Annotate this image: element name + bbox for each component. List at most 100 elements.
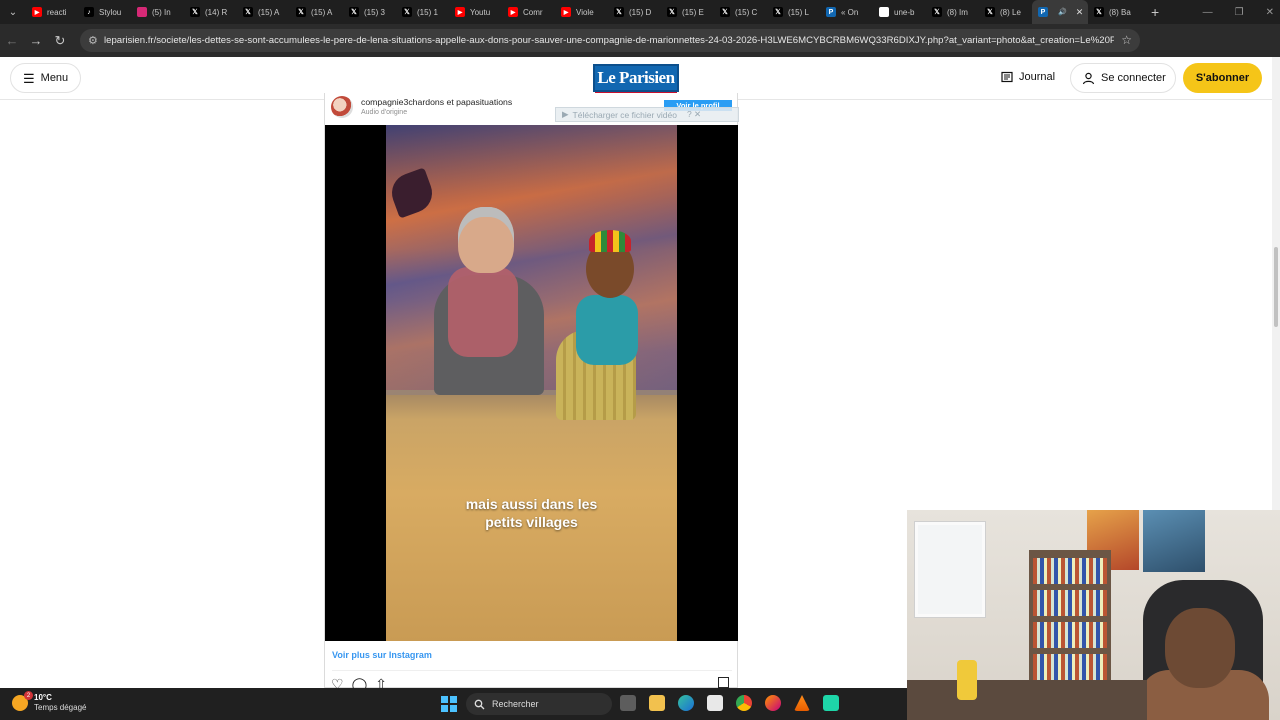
windows-start-icon[interactable] bbox=[441, 696, 457, 712]
store-icon[interactable] bbox=[707, 695, 723, 711]
browser-tab-bar: ⌄ ▶ reacti ♪ Stylou (5) In 𝕏 (14) R 𝕏 (15) A 𝕏 (15… bbox=[0, 0, 1280, 24]
browser-tab[interactable]: 𝕏 (15) L bbox=[767, 0, 820, 24]
leparisien-icon: P bbox=[1038, 7, 1048, 17]
play-icon: ▶ bbox=[562, 109, 569, 119]
vlc-icon[interactable] bbox=[794, 695, 810, 711]
video-player[interactable]: mais aussi dans les petits villages bbox=[325, 125, 738, 641]
hamburger-icon: ☰ bbox=[23, 70, 35, 86]
x-icon: 𝕏 bbox=[720, 7, 730, 17]
back-button[interactable]: ← bbox=[0, 33, 24, 48]
browser-tab[interactable]: ▶ Viole bbox=[555, 0, 608, 24]
browser-tab[interactable]: P « On bbox=[820, 0, 873, 24]
audio-label[interactable]: Audio d'origine bbox=[361, 109, 407, 116]
browser-tab[interactable]: P 🔊 ✕ bbox=[1032, 0, 1088, 24]
file-explorer-icon[interactable] bbox=[649, 695, 665, 711]
browser-tab[interactable]: 𝕏 (15) A bbox=[237, 0, 290, 24]
window-controls: — ❐ ✕ bbox=[1203, 0, 1274, 24]
subscribe-button[interactable]: S'abonner bbox=[1183, 63, 1262, 93]
edge-icon[interactable] bbox=[678, 695, 694, 711]
temperature: 10°C bbox=[34, 693, 52, 702]
browser-tab[interactable]: ▶ Youtu bbox=[449, 0, 502, 24]
account-joiner: et bbox=[446, 97, 454, 107]
browser-tab-label: (15) 3 bbox=[364, 7, 385, 17]
browser-tab-label: (15) L bbox=[788, 7, 809, 17]
tab-audio-icon[interactable]: 🔊 bbox=[1058, 8, 1067, 16]
embed-header: compagnie3chardons et papasituations Aud… bbox=[325, 93, 739, 125]
restore-icon[interactable]: ❐ bbox=[1235, 7, 1244, 18]
webcam-bottle bbox=[957, 660, 977, 700]
browser-tab[interactable]: ♪ Stylou bbox=[78, 0, 131, 24]
browser-tab[interactable]: 𝕏 (15) D bbox=[608, 0, 661, 24]
x-icon: 𝕏 bbox=[296, 7, 306, 17]
download-video-bar[interactable]: ▶ Télécharger ce fichier vidéo ? ✕ bbox=[555, 107, 739, 122]
reload-button[interactable]: ↻ bbox=[48, 33, 72, 49]
task-view-icon[interactable] bbox=[620, 695, 636, 711]
browser-tab[interactable]: ▶ reacti bbox=[26, 0, 78, 24]
site-settings-icon[interactable]: ⚙ bbox=[88, 34, 104, 47]
browser-tab-label: reacti bbox=[47, 7, 67, 17]
bookmark-star-icon[interactable]: ☆ bbox=[1121, 33, 1132, 47]
browser-tab[interactable]: une-b bbox=[873, 0, 926, 24]
youtube-icon: ▶ bbox=[508, 7, 518, 17]
save-bookmark-icon[interactable] bbox=[718, 677, 729, 688]
browser-tab[interactable]: 𝕏 (15) 1 bbox=[396, 0, 449, 24]
browser-tab-label: une-b bbox=[894, 7, 915, 17]
menu-button[interactable]: ☰ Menu bbox=[10, 63, 81, 93]
close-window-icon[interactable]: ✕ bbox=[1266, 7, 1274, 18]
help-icon[interactable]: ? ✕ bbox=[687, 109, 701, 120]
browser-tab-label: (15) C bbox=[735, 7, 758, 17]
account-link-1[interactable]: compagnie3chardons bbox=[361, 97, 444, 107]
login-button[interactable]: Se connecter bbox=[1070, 63, 1176, 93]
webcam-poster bbox=[1143, 510, 1205, 572]
scrollbar-thumb[interactable] bbox=[1274, 247, 1278, 327]
tab-search-chevron-icon[interactable]: ⌄ bbox=[0, 0, 26, 24]
close-tab-icon[interactable]: ✕ bbox=[1076, 7, 1084, 18]
avatar[interactable] bbox=[331, 96, 353, 118]
browser-tab-label: (14) R bbox=[205, 7, 228, 17]
video-puppet-hat bbox=[589, 230, 631, 252]
browser-tab[interactable]: 𝕏 (8) Ba bbox=[1088, 0, 1141, 24]
browser-tab[interactable]: ▶ Comr bbox=[502, 0, 555, 24]
embed-divider bbox=[332, 670, 732, 671]
webcam-overlay bbox=[907, 510, 1280, 720]
browser-tab[interactable]: 𝕏 (15) E bbox=[661, 0, 714, 24]
x-icon: 𝕏 bbox=[773, 7, 783, 17]
taskbar-search[interactable]: Rechercher bbox=[466, 693, 612, 715]
weather-widget[interactable]: 2 10°C Temps dégagé bbox=[12, 691, 86, 713]
youtube-icon: ▶ bbox=[32, 7, 42, 17]
forward-button[interactable]: → bbox=[24, 33, 48, 48]
le-parisien-logo[interactable]: Le Parisien bbox=[593, 64, 679, 94]
browser-tab[interactable]: 𝕏 (15) 3 bbox=[343, 0, 396, 24]
app-icon[interactable] bbox=[823, 695, 839, 711]
notification-badge: 2 bbox=[24, 691, 33, 700]
account-link-2[interactable]: papasituations bbox=[456, 97, 512, 107]
search-label: Rechercher bbox=[492, 699, 539, 709]
browser-tab-label: (8) Im bbox=[947, 7, 968, 17]
new-tab-button[interactable]: + bbox=[1151, 4, 1159, 20]
video-frame: mais aussi dans les petits villages bbox=[386, 125, 677, 641]
browser-tab-label: (15) A bbox=[311, 7, 333, 17]
browser-tab[interactable]: 𝕏 (8) Le bbox=[979, 0, 1032, 24]
user-icon bbox=[1082, 72, 1095, 84]
chrome-icon[interactable] bbox=[736, 695, 752, 711]
windows-taskbar: 2 10°C Temps dégagé Rechercher bbox=[0, 688, 907, 720]
tiktok-icon: ♪ bbox=[84, 7, 94, 17]
browser-tab[interactable]: 𝕏 (14) R bbox=[184, 0, 237, 24]
login-label: Se connecter bbox=[1101, 72, 1166, 84]
x-icon: 𝕏 bbox=[243, 7, 253, 17]
youtube-icon: ▶ bbox=[561, 7, 571, 17]
video-caption: mais aussi dans les petits villages bbox=[465, 496, 598, 530]
browser-tab[interactable]: 𝕏 (15) C bbox=[714, 0, 767, 24]
browser-tab[interactable]: 𝕏 (15) A bbox=[290, 0, 343, 24]
x-icon: 𝕏 bbox=[402, 7, 412, 17]
browser-tab-label: Viole bbox=[576, 7, 594, 17]
leparisien-icon: P bbox=[826, 7, 836, 17]
browser-tab-label: Comr bbox=[523, 7, 543, 17]
firefox-icon[interactable] bbox=[765, 695, 781, 711]
minimize-icon[interactable]: — bbox=[1203, 7, 1213, 18]
journal-link[interactable]: Journal bbox=[1001, 71, 1055, 83]
url-field[interactable]: ⚙ leparisien.fr/societe/les-dettes-se-so… bbox=[80, 29, 1140, 52]
browser-tab[interactable]: (5) In bbox=[131, 0, 184, 24]
view-on-instagram-link[interactable]: Voir plus sur Instagram bbox=[332, 650, 432, 660]
browser-tab[interactable]: 𝕏 (8) Im bbox=[926, 0, 979, 24]
